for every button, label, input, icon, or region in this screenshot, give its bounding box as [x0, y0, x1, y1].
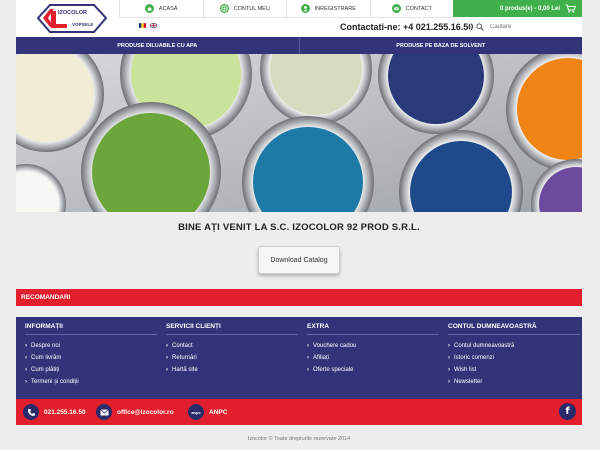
download-catalog-button[interactable]: Download Catalog	[258, 246, 340, 274]
language-switcher	[139, 23, 157, 28]
copyright: Izocolor © Toate drepturile rezervate 20…	[247, 436, 351, 442]
category-water-based[interactable]: Produse diluabile cu apa	[16, 37, 299, 54]
page: IZOCOLOR VOPSELE Acasă Contul meu Inregi…	[16, 0, 582, 450]
mail-icon	[391, 4, 401, 13]
cart-icon	[565, 4, 576, 13]
user-circle-icon	[219, 4, 229, 13]
footer-col-title: Servicii clienți	[166, 323, 298, 335]
footer-link[interactable]: Afiliați	[307, 352, 439, 364]
romanian-flag-icon[interactable]	[139, 23, 146, 28]
nav-my-account[interactable]: Contul meu	[202, 0, 286, 18]
footer: Informații Despre noi Cum livrăm Cum plă…	[16, 317, 582, 399]
footer-contact-bar: 021.255.16.50 office@izocolor.ro anpc AN…	[16, 399, 582, 425]
anpc-logo-icon: anpc	[188, 404, 204, 420]
footer-link[interactable]: Istoric comenzi	[448, 352, 580, 364]
footer-col-services: Servicii clienți Contact Returnări Hartă…	[166, 323, 298, 376]
logo-text-top: IZOCOLOR	[58, 10, 88, 16]
logo[interactable]: IZOCOLOR VOPSELE	[34, 3, 110, 34]
nav-contact-label: Contact	[405, 5, 432, 12]
footer-phone[interactable]: 021.255.16.50	[23, 404, 86, 420]
footer-link[interactable]: Oferte speciale	[307, 364, 439, 376]
footer-email-text: office@izocolor.ro	[117, 408, 174, 416]
envelope-icon	[96, 404, 112, 420]
footer-phone-text: 021.255.16.50	[44, 408, 86, 416]
facebook-icon[interactable]: f	[559, 403, 576, 420]
cart-button[interactable]: 0 produs(e) - 0,00 Lei	[453, 0, 582, 17]
top-nav: Acasă Contul meu Inregistrare Contact	[119, 0, 453, 18]
footer-email[interactable]: office@izocolor.ro	[96, 404, 174, 420]
category-bar: Produse diluabile cu apa Produse pe baza…	[16, 37, 582, 54]
recommended-bar: RECOMANDARI	[16, 289, 582, 306]
footer-link[interactable]: Hartă site	[166, 364, 298, 376]
logo-text-bottom: VOPSELE	[72, 22, 94, 27]
nav-contact[interactable]: Contact	[369, 0, 453, 18]
recommended-title: RECOMANDARI	[21, 294, 71, 301]
footer-link[interactable]: Vouchere cadou	[307, 340, 439, 352]
footer-col-account: Contul dumneavoastră Contul dumneavoastr…	[448, 323, 580, 388]
footer-link[interactable]: Returnări	[166, 352, 298, 364]
footer-link[interactable]: Contact	[166, 340, 298, 352]
hero-banner-paint-cans	[16, 54, 582, 212]
footer-col-extra: Extra Vouchere cadou Afiliați Oferte spe…	[307, 323, 439, 376]
person-icon	[300, 4, 310, 13]
search-box	[470, 19, 583, 34]
nav-home-label: Acasă	[158, 5, 178, 12]
footer-col-title: Extra	[307, 323, 439, 335]
footer-link[interactable]: Cum plătiți	[25, 364, 157, 376]
phone-icon	[23, 404, 39, 420]
nav-my-account-label: Contul meu	[233, 5, 270, 12]
home-icon	[144, 4, 154, 13]
nav-home[interactable]: Acasă	[119, 0, 203, 18]
footer-link[interactable]: Contul dumneavoastră	[448, 340, 580, 352]
footer-anpc-text: ANPC	[209, 408, 228, 416]
search-input[interactable]	[490, 23, 570, 30]
search-icon[interactable]	[476, 22, 484, 31]
footer-col-title: Informații	[25, 323, 157, 335]
footer-link[interactable]: Termeni și condiții	[25, 376, 157, 388]
nav-register[interactable]: Inregistrare	[286, 0, 370, 18]
category-solvent-based[interactable]: Produse pe baza de solvent	[298, 37, 583, 54]
footer-link[interactable]: Cum livrăm	[25, 352, 157, 364]
cart-summary: 0 produs(e) - 0,00 Lei	[499, 5, 560, 12]
footer-anpc[interactable]: anpc ANPC	[188, 404, 227, 420]
english-flag-icon[interactable]	[150, 23, 157, 28]
nav-register-label: Inregistrare	[314, 5, 356, 12]
footer-link[interactable]: Newsletter	[448, 376, 580, 388]
header: IZOCOLOR VOPSELE Acasă Contul meu Inregi…	[16, 0, 582, 37]
contact-phone: Contactati-ne: +4 021.255.16.50	[340, 22, 474, 32]
footer-link[interactable]: Wish list	[448, 364, 580, 376]
footer-col-title: Contul dumneavoastră	[448, 323, 580, 335]
footer-link[interactable]: Despre noi	[25, 340, 157, 352]
footer-col-info: Informații Despre noi Cum livrăm Cum plă…	[25, 323, 157, 388]
welcome-heading: BINE AȚI VENIT LA S.C. IZOCOLOR 92 PROD …	[178, 222, 420, 233]
header-subrow: Contactati-ne: +4 021.255.16.50	[119, 17, 582, 37]
